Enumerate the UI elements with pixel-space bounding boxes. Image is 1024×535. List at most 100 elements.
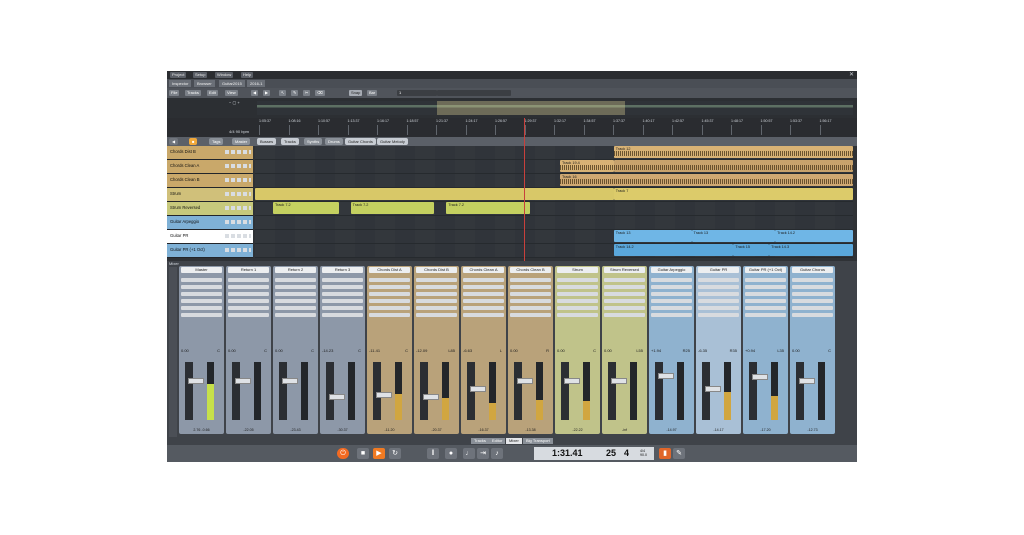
channel-name[interactable]: Strum Reversed [604, 267, 645, 273]
insert-slot[interactable] [745, 292, 786, 296]
view-menu-button[interactable]: View [225, 90, 238, 96]
filter-master[interactable]: Master [232, 138, 251, 145]
audio-clip[interactable]: Track 16 [559, 174, 853, 186]
insert-slot[interactable] [604, 313, 645, 317]
grid-value[interactable]: 1 [397, 90, 437, 96]
menu-window[interactable]: Window [215, 72, 234, 78]
tab-mixer-view[interactable]: Mixer [506, 438, 522, 444]
insert-slot[interactable] [416, 299, 457, 303]
tab-tracks-view[interactable]: Tracks [471, 438, 489, 444]
channel-pan[interactable]: R35 [730, 348, 737, 353]
menu-project[interactable]: Project [170, 72, 187, 78]
insert-slot[interactable] [181, 278, 222, 282]
insert-slot[interactable] [792, 299, 833, 303]
insert-slot[interactable] [463, 278, 504, 282]
click-icon[interactable]: ♪ [491, 448, 503, 459]
insert-slot[interactable] [228, 285, 269, 289]
insert-slot[interactable] [604, 306, 645, 310]
tab-project[interactable]: Guitar2015 [219, 80, 245, 87]
tab-inspector[interactable]: Inspector [169, 80, 192, 87]
pencil-tool-icon[interactable]: ✎ [291, 90, 299, 96]
insert-slot[interactable] [275, 285, 316, 289]
cpu-meter-icon[interactable]: ▮ [659, 448, 671, 459]
mixer-side-tools[interactable] [169, 267, 177, 437]
volume-fader[interactable] [655, 362, 674, 420]
insert-slot[interactable] [745, 306, 786, 310]
fader-handle[interactable] [470, 386, 486, 393]
filter-drums[interactable]: Drums [325, 138, 343, 145]
channel-pan[interactable]: L85 [448, 348, 455, 353]
track-lane[interactable]: Track 14.2 Track 15 Track 14.3 [255, 244, 853, 258]
track-mute-solo-buttons[interactable] [225, 220, 251, 224]
insert-slot[interactable] [181, 292, 222, 296]
volume-fader[interactable] [467, 362, 486, 420]
volume-fader[interactable] [702, 362, 721, 420]
insert-slot[interactable] [557, 313, 598, 317]
track-lane[interactable]: Track 13 Track 13 Track 14.2 [255, 230, 853, 244]
fader-handle[interactable] [188, 378, 204, 385]
insert-slot[interactable] [181, 299, 222, 303]
insert-slot[interactable] [322, 278, 363, 282]
insert-slot[interactable] [745, 278, 786, 282]
audio-clip[interactable]: Track 12 [613, 146, 853, 158]
tab-project-2[interactable]: 2016-1 [247, 80, 266, 87]
fader-handle[interactable] [423, 394, 439, 401]
pointer-tool-icon[interactable]: ↖ [279, 90, 287, 96]
track-mute-solo-buttons[interactable] [225, 248, 251, 252]
audio-clip[interactable]: Track 15 [733, 244, 770, 256]
menu-setup[interactable]: Setup [193, 72, 208, 78]
fader-handle[interactable] [235, 378, 251, 385]
insert-slot[interactable] [557, 306, 598, 310]
channel-name[interactable]: Chords Clean A [463, 267, 504, 273]
audio-clip[interactable]: Track 13 [613, 230, 692, 242]
fader-handle[interactable] [752, 373, 768, 380]
insert-slot[interactable] [745, 285, 786, 289]
insert-slot[interactable] [604, 278, 645, 282]
track-header[interactable]: Guitar Arpeggio [167, 216, 253, 230]
record-button[interactable]: ● [445, 448, 457, 459]
insert-slot[interactable] [275, 306, 316, 310]
track-lane[interactable]: Track 7 [255, 188, 853, 202]
channel-name[interactable]: Guitar PR (+1 Oct) [745, 267, 786, 273]
track-header[interactable]: Strum [167, 188, 253, 202]
bookmark-icon[interactable]: ■ [189, 138, 198, 145]
volume-fader[interactable] [373, 362, 392, 420]
insert-slot[interactable] [416, 278, 457, 282]
audio-clip[interactable]: Track 7.2 [446, 202, 531, 214]
insert-slot[interactable] [275, 313, 316, 317]
insert-slot[interactable] [463, 313, 504, 317]
volume-fader[interactable] [420, 362, 439, 420]
insert-slot[interactable] [792, 285, 833, 289]
tracks-menu-button[interactable]: Tracks [185, 90, 201, 96]
insert-slot[interactable] [510, 313, 551, 317]
track-header[interactable]: Chords Clean A [167, 160, 253, 174]
track-lane[interactable]: Track 19.4 [255, 160, 853, 174]
insert-slot[interactable] [510, 299, 551, 303]
track-mute-solo-buttons[interactable] [225, 206, 251, 210]
channel-name[interactable]: Chords Dist B [416, 267, 457, 273]
channel-pan[interactable]: C [264, 348, 267, 353]
insert-slot[interactable] [228, 278, 269, 282]
timeline-ruler[interactable]: 4/4 90 bpm 1:05:37 1:08:16 1:10:57 1:13:37 1… [167, 118, 857, 137]
loop-button[interactable]: ↻ [389, 448, 401, 459]
insert-slot[interactable] [369, 292, 410, 296]
insert-slot[interactable] [557, 278, 598, 282]
insert-slot[interactable] [463, 285, 504, 289]
filter-guitar-melody[interactable]: Guitar Melody [377, 138, 408, 145]
position-field[interactable] [437, 90, 511, 96]
channel-pan[interactable]: C [593, 348, 596, 353]
audio-clip[interactable] [255, 188, 614, 200]
close-icon[interactable]: ✕ [849, 71, 854, 79]
audio-clip[interactable]: Track 7.2 [272, 202, 339, 214]
play-button[interactable]: ▶ [373, 448, 385, 459]
insert-slot[interactable] [792, 313, 833, 317]
insert-slot[interactable] [181, 313, 222, 317]
channel-pan[interactable]: C [405, 348, 408, 353]
insert-slot[interactable] [698, 313, 739, 317]
insert-slot[interactable] [651, 285, 692, 289]
insert-slot[interactable] [557, 292, 598, 296]
channel-name[interactable]: Return 2 [275, 267, 316, 273]
filter-tracks[interactable]: Tracks [281, 138, 299, 145]
volume-fader[interactable] [279, 362, 298, 420]
channel-pan[interactable]: L55 [636, 348, 643, 353]
